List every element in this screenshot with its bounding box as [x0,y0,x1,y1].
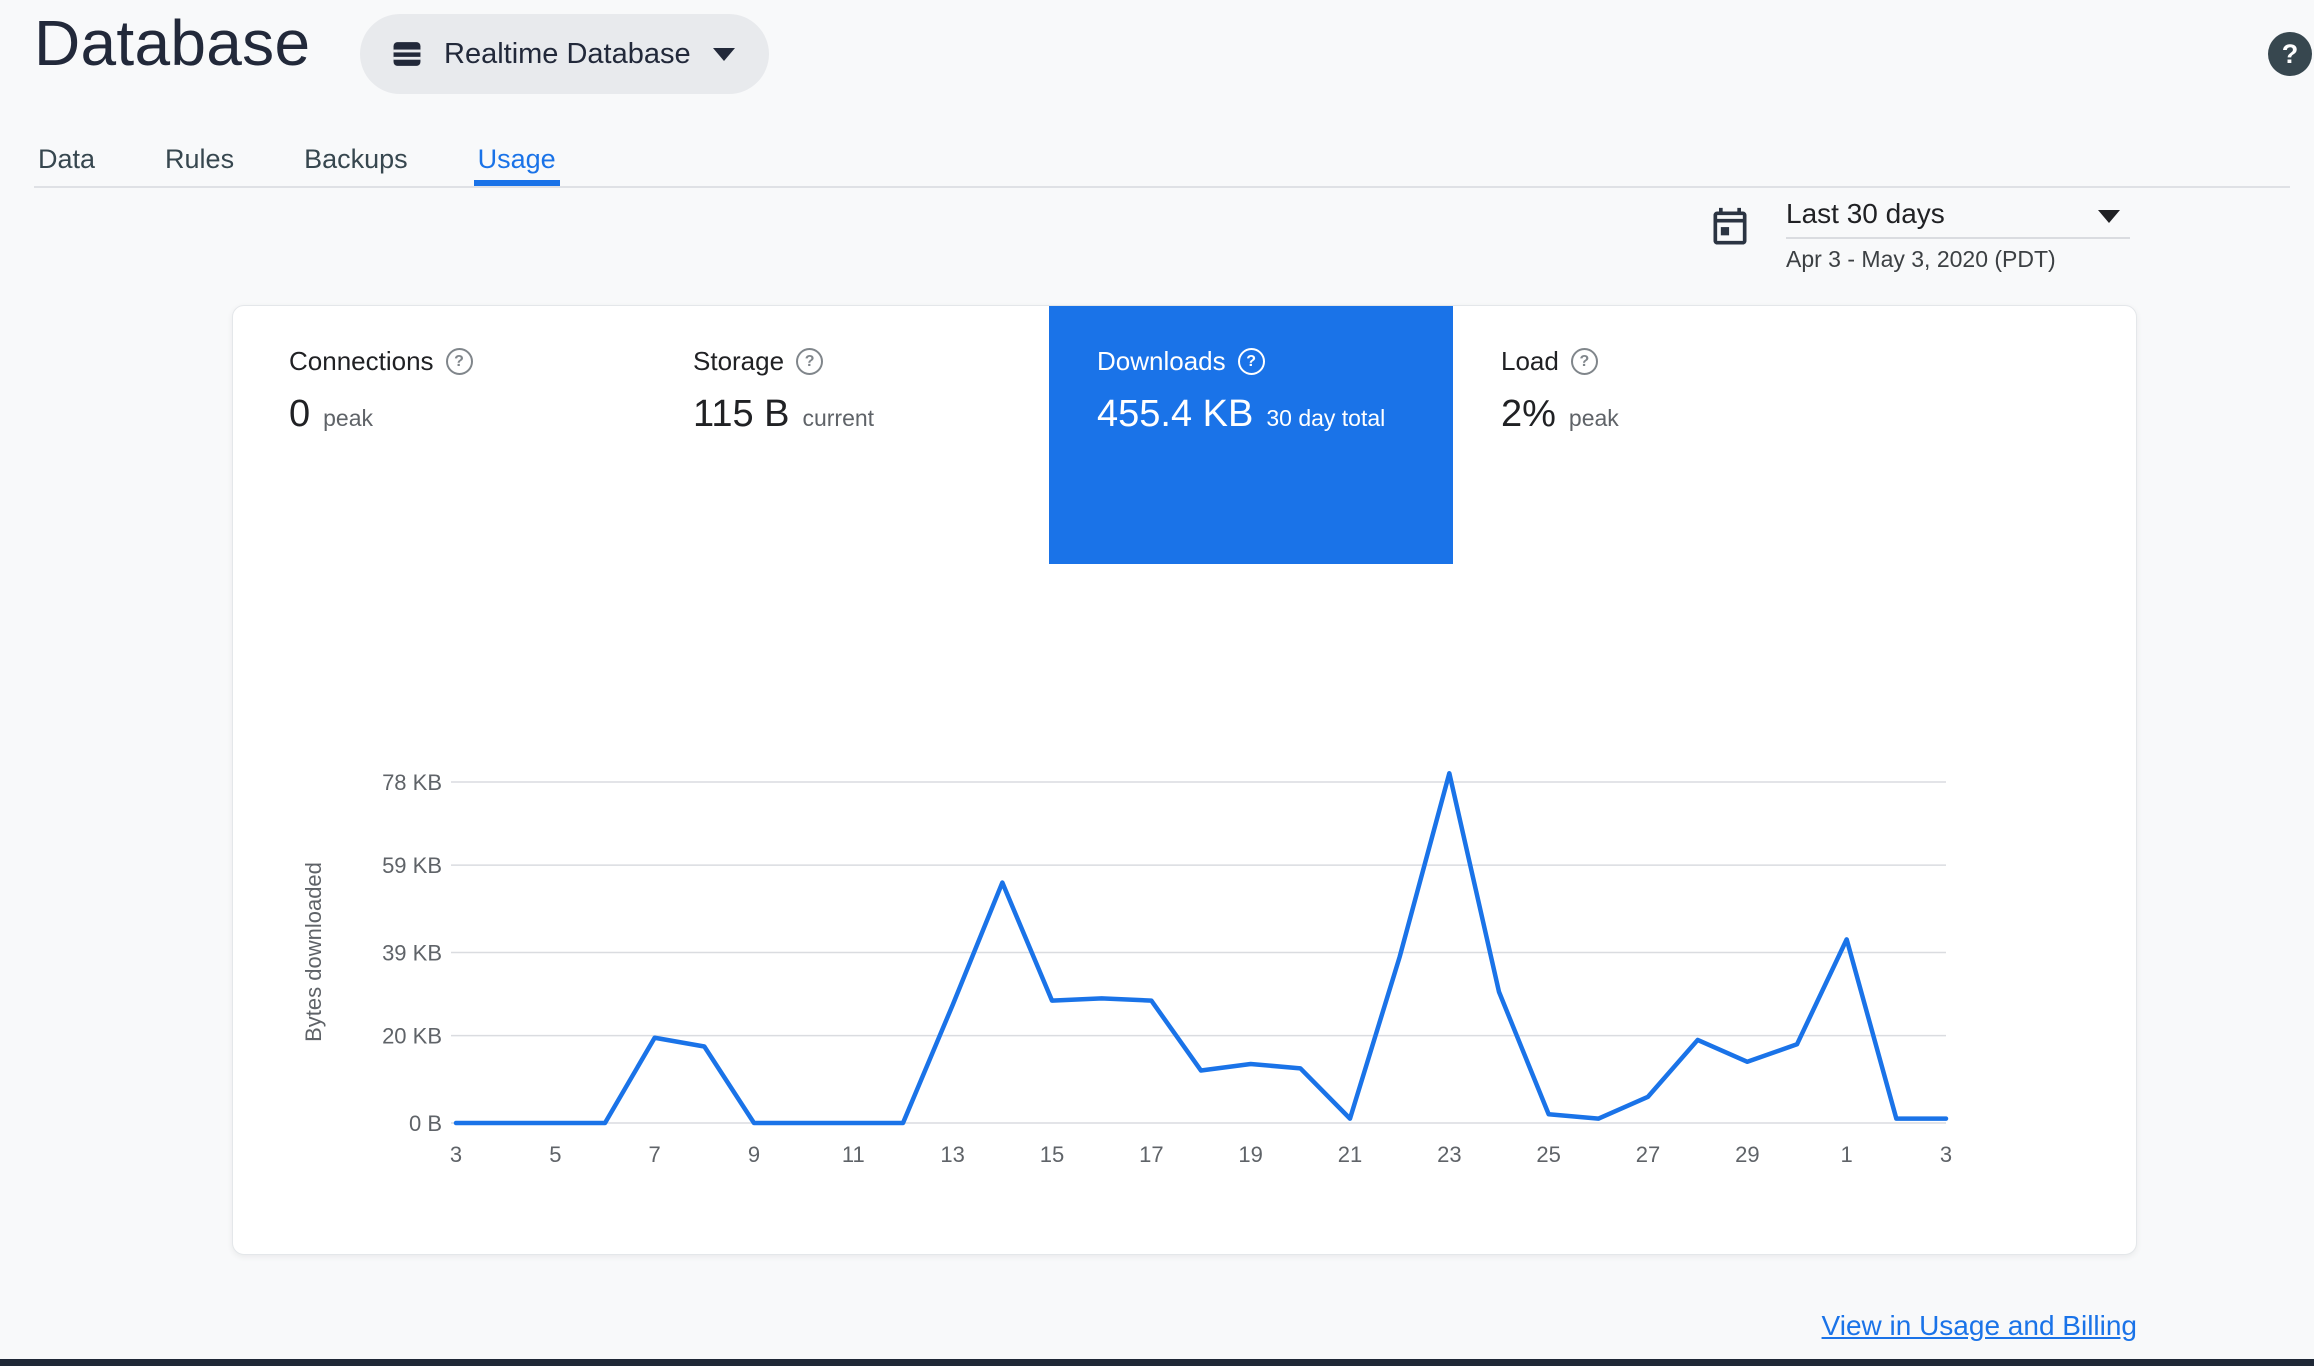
date-range-preset[interactable]: Last 30 days [1786,198,1945,230]
metric-tile-downloads[interactable]: Downloads ? 455.4 KB 30 day total [1049,306,1453,564]
svg-text:15: 15 [1040,1142,1064,1167]
metric-qualifier: current [802,405,875,431]
help-glyph: ? [454,352,464,370]
chevron-down-icon [712,47,735,61]
metric-label: Load ? [1501,346,1857,377]
realtime-database-icon [393,42,421,66]
svg-text:13: 13 [940,1142,964,1167]
help-button[interactable]: ? [2268,32,2312,76]
metric-value-row: 115 B current [693,393,1049,436]
svg-text:Bytes downloaded: Bytes downloaded [301,862,326,1042]
metric-value-row: 0 peak [289,393,645,436]
metric-value-row: 455.4 KB 30 day total [1097,393,1453,436]
tab-usage[interactable]: Usage [474,132,560,186]
svg-text:3: 3 [1940,1142,1952,1167]
metric-value-row: 2% peak [1501,393,1857,436]
metric-label: Storage ? [693,346,1049,377]
tab-backups[interactable]: Backups [300,132,412,186]
tabs-divider [34,186,2290,188]
metric-value: 2% [1501,393,1556,435]
help-icon[interactable]: ? [796,348,824,375]
date-range-chevron-icon[interactable] [2098,210,2120,223]
svg-text:25: 25 [1536,1142,1560,1167]
metric-tile-storage[interactable]: Storage ? 115 B current [645,306,1049,564]
metric-tile-load[interactable]: Load ? 2% peak [1453,306,1857,564]
metric-qualifier: peak [1568,405,1619,431]
help-glyph: ? [1579,352,1590,370]
help-icon[interactable]: ? [1570,348,1598,375]
svg-text:3: 3 [450,1142,462,1167]
downloads-line-chart: 0 B20 KB39 KB59 KB78 KB3 5 7 9 11 13 15 17 19 21 2… [301,770,1952,1167]
help-icon[interactable]: ? [1237,348,1265,375]
metric-tiles: Connections ? 0 peak Storage ? 115 B cur… [241,306,1857,564]
help-icon: ? [2281,38,2299,69]
database-instance-selector[interactable]: Realtime Database [360,14,769,94]
svg-text:39 KB: 39 KB [382,941,442,966]
metric-qualifier: 30 day total [1266,405,1386,431]
page-title: Database [34,7,311,79]
metric-label-text: Load [1501,346,1559,376]
date-range-detail: Apr 3 - May 3, 2020 (PDT) [1786,246,2056,272]
svg-text:7: 7 [649,1142,661,1167]
svg-text:0 B: 0 B [409,1111,442,1136]
svg-text:23: 23 [1437,1142,1461,1167]
svg-text:27: 27 [1636,1142,1660,1167]
metric-value: 455.4 KB [1097,393,1254,435]
tab-data[interactable]: Data [34,132,99,186]
metric-qualifier: peak [323,405,374,431]
svg-text:17: 17 [1139,1142,1163,1167]
metric-value: 115 B [693,393,790,435]
svg-text:78 KB: 78 KB [382,770,442,795]
metric-tile-connections[interactable]: Connections ? 0 peak [241,306,645,564]
metric-label-text: Storage [693,346,785,376]
metric-label: Connections ? [289,346,645,377]
svg-text:11: 11 [842,1142,865,1167]
svg-text:9: 9 [748,1142,760,1167]
tab-bar: Data Rules Backups Usage [34,132,560,186]
database-instance-label: Realtime Database [444,37,691,70]
svg-text:20 KB: 20 KB [382,1024,442,1049]
help-glyph: ? [1246,352,1257,370]
svg-text:1: 1 [1841,1142,1853,1167]
calendar-icon [1713,207,1747,245]
tab-rules[interactable]: Rules [161,132,238,186]
bottom-edge-bar [0,1359,2314,1366]
usage-card: Connections ? 0 peak Storage ? 115 B cur… [232,305,2137,1255]
date-range-divider [1786,237,2130,239]
metric-label-text: Downloads [1097,346,1226,376]
help-glyph: ? [804,352,815,370]
metric-value: 0 [289,393,311,435]
svg-text:5: 5 [549,1142,561,1167]
svg-text:29: 29 [1735,1142,1759,1167]
svg-text:21: 21 [1338,1142,1362,1167]
metric-label-text: Connections [289,346,434,376]
svg-text:59 KB: 59 KB [382,853,442,878]
metric-label: Downloads ? [1097,346,1453,377]
view-usage-billing-link[interactable]: View in Usage and Billing [1822,1310,2137,1342]
database-usage-page: Database Realtime Database ? Data Rules … [0,0,2314,1366]
help-icon[interactable]: ? [445,348,473,375]
svg-text:19: 19 [1238,1142,1262,1167]
